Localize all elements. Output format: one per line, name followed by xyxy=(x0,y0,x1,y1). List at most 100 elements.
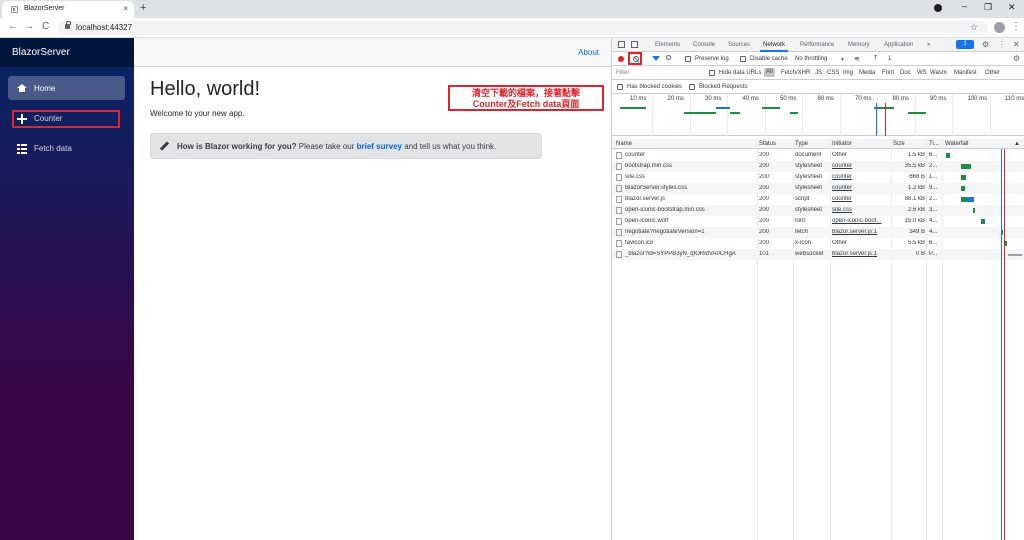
column-header-waterfall[interactable]: Waterfall xyxy=(945,141,968,147)
chevron-down-icon[interactable]: ▼ xyxy=(840,57,845,63)
table-row[interactable]: favicon.ico 200 x-icon Other 5.5 kB 6... xyxy=(612,238,1024,249)
about-link[interactable]: About xyxy=(578,48,599,57)
filter-type-css[interactable]: CSS xyxy=(827,70,839,76)
brand-title[interactable]: BlazorServer xyxy=(0,38,134,67)
cell-initiator[interactable]: site.css xyxy=(832,207,890,213)
hide-data-urls-checkbox[interactable] xyxy=(709,70,715,76)
back-arrow-icon[interactable]: ← xyxy=(8,21,18,32)
browser-menu-icon[interactable]: ⋮ xyxy=(1011,21,1021,32)
sort-caret-icon[interactable]: ▲ xyxy=(1014,141,1020,147)
column-header-status[interactable]: Status xyxy=(759,141,776,147)
timeline-overview[interactable]: 10 ms 20 ms 30 ms 40 ms 50 ms 60 ms 70 ms 80 ms… xyxy=(612,94,1024,136)
tab-elements[interactable]: Elements xyxy=(655,42,680,48)
survey-link[interactable]: brief survey xyxy=(357,142,402,151)
search-icon[interactable] xyxy=(666,55,671,60)
cell-initiator[interactable]: blazor.server.js:1 xyxy=(832,229,890,235)
sidebar-item-home[interactable]: Home xyxy=(8,76,125,100)
tab-performance[interactable]: Performance xyxy=(800,42,834,48)
import-har-icon[interactable]: ⭡ xyxy=(874,55,877,63)
cell-initiator[interactable]: blazor.server.js:1 xyxy=(832,251,890,257)
tab-network[interactable]: Network xyxy=(759,42,789,52)
table-row[interactable]: open-iconic-bootstrap.min.css 200 styleshe… xyxy=(612,205,1024,216)
table-row[interactable]: site.css 200 stylesheet counter 668 B 1... xyxy=(612,172,1024,183)
close-window-button[interactable]: ✕ xyxy=(1008,2,1016,13)
filter-type-img[interactable]: Img xyxy=(843,70,853,76)
cell-initiator[interactable]: counter xyxy=(832,185,890,191)
minimize-button[interactable]: – xyxy=(962,1,967,11)
url-text[interactable]: localhost:44327 xyxy=(76,23,132,32)
table-row[interactable]: _blazor?id=SYPPB3yN_qIORldVA0CHgA 101 webs… xyxy=(612,249,1024,260)
preserve-log-label: Preserve log xyxy=(695,56,729,62)
column-header-initiator[interactable]: Initiator xyxy=(832,141,852,147)
cell-initiator: Other xyxy=(832,240,848,246)
export-har-icon[interactable]: ⭣ xyxy=(888,55,891,63)
forward-arrow-icon[interactable]: → xyxy=(24,21,34,32)
close-tab-icon[interactable]: × xyxy=(123,4,128,13)
devtools-close-icon[interactable]: ✕ xyxy=(1013,40,1020,49)
filter-type-js[interactable]: JS xyxy=(815,70,822,76)
tab-console[interactable]: Console xyxy=(693,42,715,48)
filter-type-ws[interactable]: WS xyxy=(917,70,927,76)
browser-tab[interactable]: BlazorServer × xyxy=(2,1,134,18)
issues-badge[interactable]: 1 xyxy=(956,40,974,49)
column-header-type[interactable]: Type xyxy=(795,141,808,147)
table-row[interactable]: blazor.server.js 200 script counter 88.1 kB 2… xyxy=(612,194,1024,205)
record-button[interactable] xyxy=(618,56,624,62)
column-header-size[interactable]: Size xyxy=(893,141,905,147)
cell-type: stylesheet xyxy=(795,174,823,180)
filter-input[interactable]: Filter xyxy=(616,70,629,76)
bookmark-star-icon[interactable]: ☆ xyxy=(970,22,978,33)
filter-type-font[interactable]: Font xyxy=(882,70,894,76)
timeline-gridline xyxy=(914,94,916,136)
table-row[interactable]: counter 200 document Other 1.5 kB 6... xyxy=(612,150,1024,161)
network-settings-icon[interactable]: ⚙ xyxy=(1013,54,1020,63)
filter-type-fetch-xhr[interactable]: Fetch/XHR xyxy=(781,70,810,76)
table-row[interactable]: bootstrap.min.css 200 stylesheet counter 35.… xyxy=(612,161,1024,172)
clear-button-highlight[interactable] xyxy=(628,52,642,65)
address-bar[interactable]: localhost:44327 ☆ xyxy=(58,21,988,35)
preserve-log-checkbox[interactable] xyxy=(685,56,691,62)
timeline-gridline xyxy=(952,94,953,136)
blocked-cookies-checkbox[interactable] xyxy=(617,84,623,90)
column-header-time[interactable]: Ti... xyxy=(929,141,939,147)
cell-initiator[interactable]: open-iconic-boot... xyxy=(832,218,890,224)
table-row[interactable]: open-iconic.woff 200 font open-iconic-boot.… xyxy=(612,216,1024,227)
clear-icon[interactable] xyxy=(633,56,639,62)
table-row[interactable]: negotiate?negotiateVersion=1 200 fetch blaz… xyxy=(612,227,1024,238)
tab-application[interactable]: Application xyxy=(884,42,913,48)
blocked-requests-checkbox[interactable] xyxy=(689,84,695,90)
disable-cache-checkbox[interactable] xyxy=(740,56,746,62)
filter-type-manifest[interactable]: Manifest xyxy=(954,70,977,76)
filter-funnel-icon[interactable] xyxy=(652,56,660,61)
more-tabs-icon[interactable]: » xyxy=(927,42,930,48)
settings-gear-icon[interactable]: ⚙ xyxy=(982,40,989,49)
filter-type-all[interactable]: All xyxy=(764,68,775,77)
cell-initiator[interactable]: counter xyxy=(832,174,890,180)
inspect-element-icon[interactable] xyxy=(618,41,625,48)
tab-sources[interactable]: Sources xyxy=(728,42,750,48)
filter-type-wasm[interactable]: Wasm xyxy=(930,70,947,76)
devtools-menu-icon[interactable]: ⋮ xyxy=(998,40,1006,49)
new-tab-button[interactable]: + xyxy=(140,2,146,14)
device-toggle-icon[interactable] xyxy=(631,41,638,48)
cell-status: 200 xyxy=(759,185,770,191)
throttling-select[interactable]: No throttling xyxy=(795,56,827,62)
column-header-name[interactable]: Name xyxy=(616,141,632,147)
waterfall-bar xyxy=(961,186,966,191)
cell-initiator[interactable]: counter xyxy=(832,196,890,202)
tab-memory[interactable]: Memory xyxy=(848,42,870,48)
lock-icon[interactable] xyxy=(65,21,71,29)
cell-initiator[interactable]: counter xyxy=(832,163,890,169)
timeline-tick-label: 30 ms xyxy=(705,96,722,102)
cell-time: 6... xyxy=(929,152,938,158)
filter-type-other[interactable]: Other xyxy=(985,70,1000,76)
sidebar-item-fetch-data[interactable]: Fetch data xyxy=(8,136,125,160)
filter-type-doc[interactable]: Doc xyxy=(900,70,911,76)
wifi-icon[interactable]: ≋ xyxy=(854,55,860,63)
table-row[interactable]: BlazorServer.styles.css 200 stylesheet coun… xyxy=(612,183,1024,194)
profile-avatar[interactable] xyxy=(994,22,1005,33)
reload-icon[interactable]: C xyxy=(42,21,49,32)
restore-button[interactable]: ❐ xyxy=(984,2,992,13)
filter-type-media[interactable]: Media xyxy=(859,70,875,76)
record-icon[interactable] xyxy=(934,4,942,12)
